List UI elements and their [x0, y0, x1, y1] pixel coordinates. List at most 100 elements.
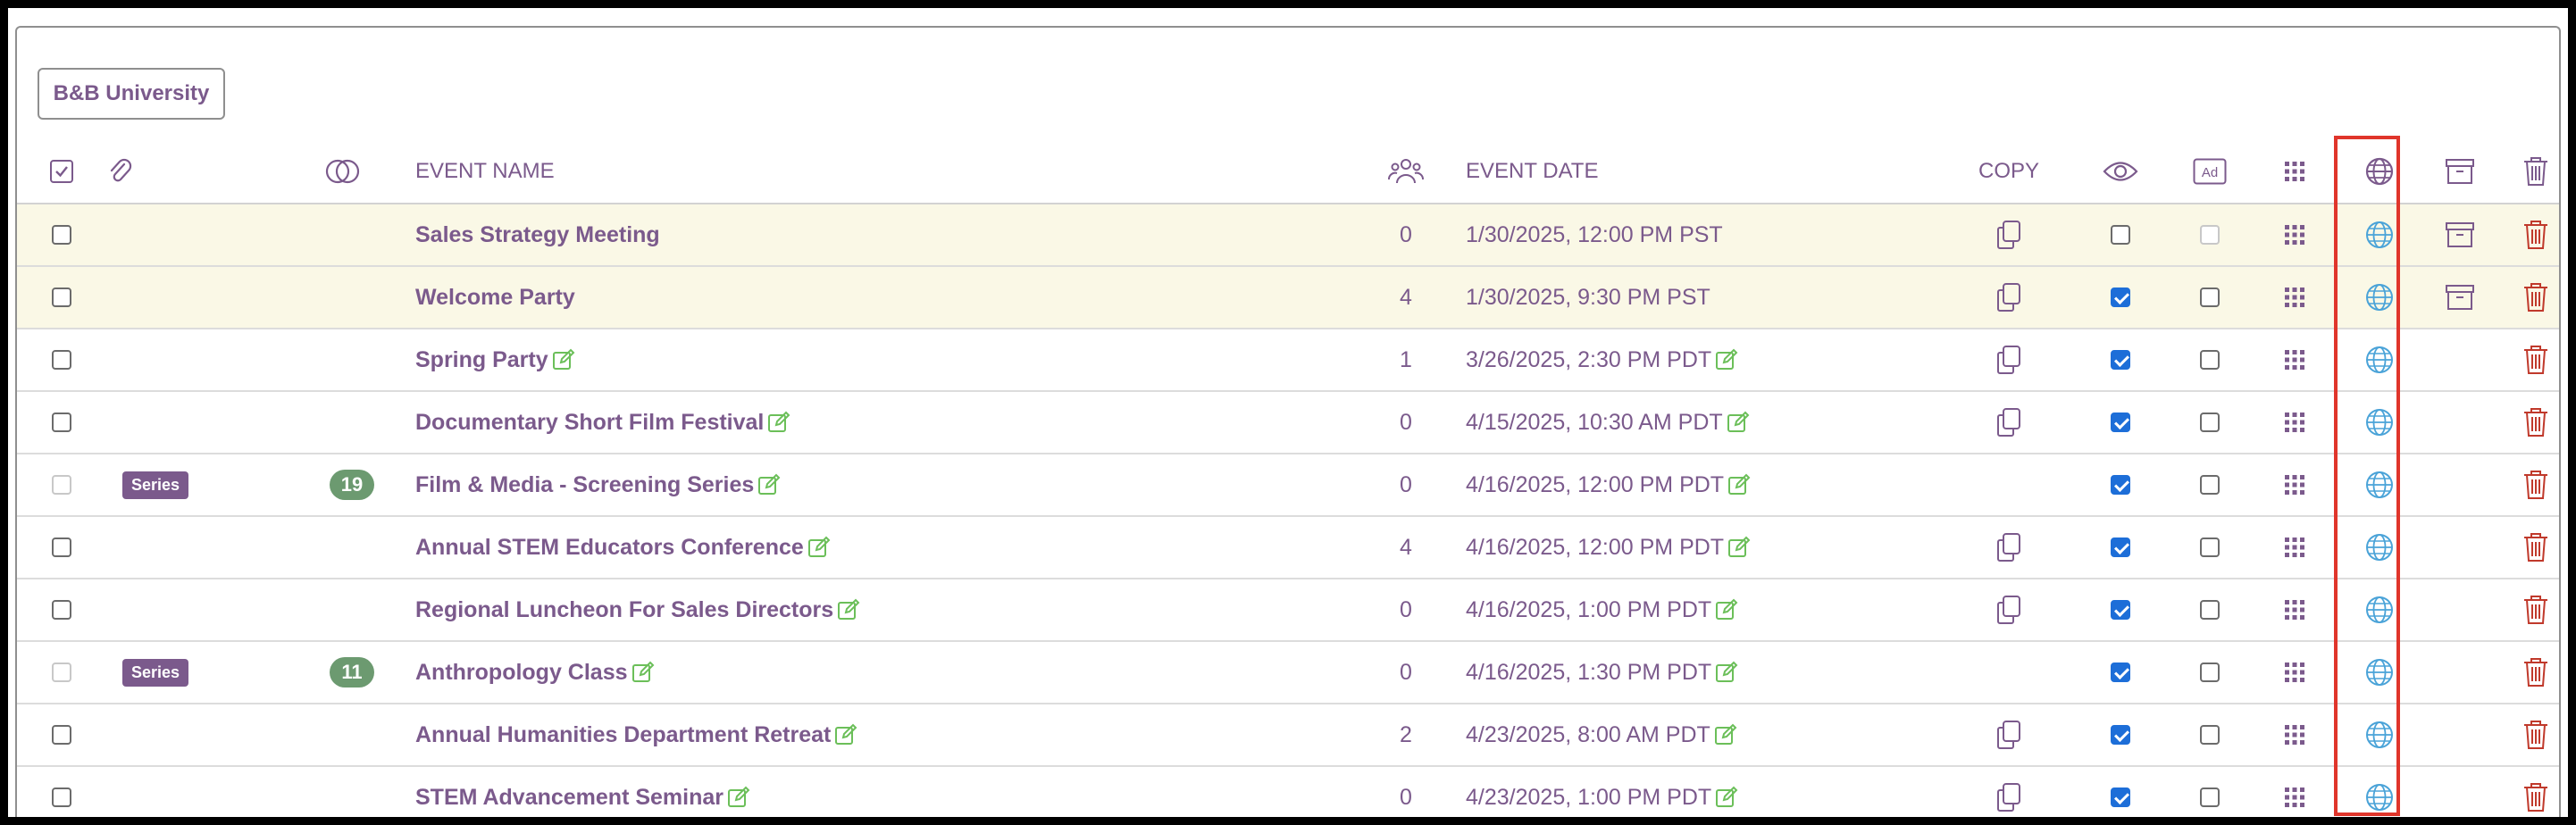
edit-name-button[interactable]	[834, 723, 857, 746]
edit-name-button[interactable]	[757, 473, 781, 496]
archive-box-icon[interactable]	[2445, 221, 2475, 249]
row-select-cell[interactable]	[48, 517, 75, 578]
globe-icon[interactable]	[2364, 220, 2395, 250]
row-select-cell[interactable]	[48, 392, 75, 453]
public-cell[interactable]	[2094, 454, 2147, 515]
archive-cell[interactable]	[2429, 204, 2491, 265]
row-select-checkbox[interactable]	[52, 288, 71, 307]
archive-box-icon[interactable]	[2445, 283, 2475, 312]
web-cell[interactable]	[2348, 517, 2411, 578]
web-cell[interactable]	[2348, 454, 2411, 515]
archive-cell[interactable]	[2429, 704, 2491, 765]
event-date-header[interactable]: EVENT DATE	[1466, 140, 1966, 203]
attendee-count[interactable]: 0	[1400, 222, 1412, 248]
edit-name-button[interactable]	[837, 598, 860, 621]
trash-icon[interactable]	[2523, 657, 2548, 688]
public-checkbox[interactable]	[2111, 225, 2130, 245]
public-checkbox[interactable]	[2111, 600, 2130, 620]
edit-pencil-icon[interactable]	[1714, 723, 1737, 746]
trash-icon[interactable]	[2523, 220, 2548, 250]
qr-dots-icon[interactable]	[2284, 599, 2305, 621]
globe-icon[interactable]	[2364, 282, 2395, 312]
archive-cell[interactable]	[2429, 392, 2491, 453]
qr-cell[interactable]	[2268, 329, 2321, 390]
edit-pencil-icon[interactable]	[834, 723, 857, 746]
edit-date-button[interactable]	[1727, 411, 1750, 434]
ad-cell[interactable]	[2183, 329, 2237, 390]
globe-icon[interactable]	[2364, 407, 2395, 438]
edit-name-button[interactable]	[807, 536, 831, 559]
copy-icon[interactable]	[1995, 282, 2022, 312]
row-select-cell[interactable]	[48, 767, 75, 817]
delete-cell[interactable]	[2509, 517, 2563, 578]
ad-checkbox[interactable]	[2200, 725, 2220, 745]
copy-icon[interactable]	[1995, 532, 2022, 562]
trash-icon[interactable]	[2523, 782, 2548, 812]
globe-icon[interactable]	[2364, 657, 2395, 688]
web-cell[interactable]	[2348, 704, 2411, 765]
ad-cell[interactable]	[2183, 204, 2237, 265]
web-cell[interactable]	[2348, 204, 2411, 265]
row-select-cell[interactable]	[48, 267, 75, 328]
archive-cell[interactable]	[2429, 517, 2491, 578]
ad-cell[interactable]	[2183, 517, 2237, 578]
delete-cell[interactable]	[2509, 642, 2563, 703]
edit-pencil-icon[interactable]	[1727, 411, 1750, 434]
delete-cell[interactable]	[2509, 454, 2563, 515]
trash-icon[interactable]	[2523, 282, 2548, 312]
public-cell[interactable]	[2094, 517, 2147, 578]
ad-checkbox[interactable]	[2200, 662, 2220, 682]
web-cell[interactable]	[2348, 767, 2411, 817]
web-cell[interactable]	[2348, 267, 2411, 328]
edit-date-button[interactable]	[1715, 786, 1738, 809]
row-select-checkbox[interactable]	[52, 538, 71, 557]
row-select-checkbox[interactable]	[52, 788, 71, 807]
event-name-header[interactable]: EVENT NAME	[415, 140, 1362, 203]
row-select-cell[interactable]	[48, 642, 75, 703]
public-checkbox[interactable]	[2111, 662, 2130, 682]
ad-checkbox[interactable]	[2200, 788, 2220, 807]
globe-icon[interactable]	[2364, 782, 2395, 812]
web-cell[interactable]	[2348, 642, 2411, 703]
edit-pencil-icon[interactable]	[631, 661, 655, 684]
qr-cell[interactable]	[2268, 517, 2321, 578]
event-name-link[interactable]: Spring Party	[415, 347, 548, 373]
archive-cell[interactable]	[2429, 579, 2491, 640]
archive-cell[interactable]	[2429, 767, 2491, 817]
qr-dots-icon[interactable]	[2284, 662, 2305, 683]
qr-cell[interactable]	[2268, 642, 2321, 703]
qr-cell[interactable]	[2268, 267, 2321, 328]
ad-checkbox[interactable]	[2200, 350, 2220, 370]
qr-cell[interactable]	[2268, 767, 2321, 817]
ad-cell[interactable]	[2183, 267, 2237, 328]
select-all-checkbox[interactable]	[48, 140, 75, 203]
edit-date-button[interactable]	[1714, 723, 1737, 746]
edit-pencil-icon[interactable]	[837, 598, 860, 621]
public-checkbox[interactable]	[2111, 725, 2130, 745]
public-checkbox[interactable]	[2111, 412, 2130, 432]
trash-icon[interactable]	[2523, 470, 2548, 500]
archive-cell[interactable]	[2429, 267, 2491, 328]
event-name-link[interactable]: Anthropology Class	[415, 660, 628, 686]
edit-name-button[interactable]	[767, 411, 790, 434]
public-checkbox[interactable]	[2111, 350, 2130, 370]
row-select-checkbox[interactable]	[52, 662, 71, 682]
checkbox-select-all-icon[interactable]	[49, 159, 74, 184]
qr-dots-icon[interactable]	[2284, 224, 2305, 246]
edit-date-button[interactable]	[1715, 661, 1738, 684]
event-name-link[interactable]: Annual Humanities Department Retreat	[415, 722, 831, 748]
ad-checkbox[interactable]	[2200, 538, 2220, 557]
qr-dots-icon[interactable]	[2284, 537, 2305, 558]
public-cell[interactable]	[2094, 267, 2147, 328]
archive-cell[interactable]	[2429, 329, 2491, 390]
edit-pencil-icon[interactable]	[727, 786, 750, 809]
org-filter-button[interactable]: B&B University	[38, 68, 225, 120]
ad-cell[interactable]	[2183, 642, 2237, 703]
ad-cell[interactable]	[2183, 704, 2237, 765]
row-select-checkbox[interactable]	[52, 725, 71, 745]
edit-date-button[interactable]	[1727, 536, 1751, 559]
globe-icon[interactable]	[2364, 345, 2395, 375]
ad-checkbox[interactable]	[2200, 288, 2220, 307]
qr-cell[interactable]	[2268, 579, 2321, 640]
row-select-checkbox[interactable]	[52, 225, 71, 245]
